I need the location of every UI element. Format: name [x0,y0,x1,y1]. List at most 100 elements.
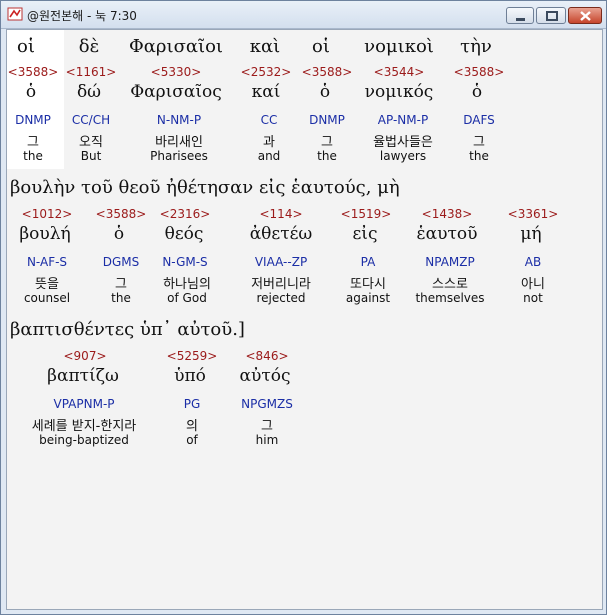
english-gloss: against [345,291,391,305]
lemma: βουλή [19,224,71,244]
korean-gloss: 그 [473,135,485,150]
strong-number[interactable]: <3588> [302,65,353,79]
lemma: αὐτός [239,366,291,386]
lemma: νομικός [364,82,434,102]
greek-text-line[interactable]: βουλὴν τοῦ θεοῦ ἠθέτησαν εἰς ἑαυτούς, μὴ [10,177,400,198]
korean-gloss: 그 [321,135,333,150]
korean-gloss: 스스로 [432,277,468,292]
korean-gloss: 하나님의 [163,277,211,292]
korean-gloss: 과 [263,135,275,150]
greek-word[interactable]: νομικοὶ [364,36,434,57]
strong-number[interactable]: <3361> [508,207,559,221]
korean-gloss: 세례를 받지-한지라 [31,419,137,434]
lemma: ὁ [113,224,125,244]
parsing-code[interactable]: CC [261,113,278,127]
strong-number[interactable]: <5330> [151,65,202,79]
strong-number[interactable]: <2316> [160,207,211,221]
english-gloss: of [186,433,198,447]
strong-number[interactable]: <114> [259,207,302,221]
lemma: ἑαυτοῦ [416,224,478,244]
parsing-code[interactable]: PA [361,255,376,269]
english-gloss: of God [167,291,207,305]
lemma: ἀθετέω [249,224,313,244]
parsing-code[interactable]: PG [184,397,201,411]
parsing-code[interactable]: N-AF-S [27,255,67,269]
maximize-button[interactable] [536,7,566,24]
strong-number[interactable]: <3588> [8,65,59,79]
parsing-code[interactable]: NPAMZP [425,255,474,269]
strong-number[interactable]: <1519> [341,207,392,221]
korean-gloss: 율법사들은 [373,135,433,150]
korean-gloss: 뜻을 [35,277,59,292]
english-gloss: the [469,149,489,163]
minimize-icon [516,18,525,21]
strong-number[interactable]: <3588> [454,65,505,79]
parsing-code[interactable]: DAFS [463,113,495,127]
app-window: @원전본해 - 눅 7:30 οἱ δὲ Φαρισαῖοι καὶ οἱ νο… [0,0,607,615]
english-gloss: him [255,433,279,447]
english-gloss: being-baptized [39,433,129,447]
bible-app-icon[interactable] [7,6,23,22]
lemma: ὁ [471,82,483,102]
minimize-button[interactable] [506,7,534,24]
greek-text-line[interactable]: βαπτισθέντες ὑπ᾽ αὐτοῦ.] [10,319,245,340]
english-gloss: rejected [256,291,306,305]
parsing-code[interactable]: N-GM-S [162,255,207,269]
strong-number[interactable]: <5259> [167,349,218,363]
lemma: βαπτίζω [47,366,119,386]
maximize-icon [546,11,558,21]
strong-number[interactable]: <846> [245,349,288,363]
parsing-code[interactable]: N-NM-P [157,113,201,127]
lemma: μή [520,224,542,244]
strong-number[interactable]: <1161> [66,65,117,79]
korean-gloss: 아니 [521,277,545,292]
close-icon [580,11,591,21]
lemma: ὁ [25,82,37,102]
strong-number[interactable]: <1012> [22,207,73,221]
english-gloss: and [257,149,281,163]
english-gloss: the [111,291,131,305]
greek-word[interactable]: δὲ [79,36,100,57]
lemma: θεός [164,224,204,244]
strong-number[interactable]: <2532> [241,65,292,79]
lemma: εἰς [352,224,378,244]
greek-word[interactable]: οἱ [312,36,330,57]
lemma: ὑπό [174,366,206,386]
parsing-code[interactable]: NPGMZS [241,397,293,411]
korean-gloss: 또다시 [350,277,386,292]
greek-word[interactable]: οἱ [17,36,35,57]
korean-gloss: 오직 [79,135,103,150]
lemma: ὁ [319,82,331,102]
lemma: καί [251,82,281,102]
english-gloss: lawyers [379,149,427,163]
strong-number[interactable]: <3544> [374,65,425,79]
english-gloss: counsel [23,291,71,305]
korean-gloss: 그 [261,419,273,434]
parsing-code[interactable]: DNMP [15,113,51,127]
window-title: @원전본해 - 눅 7:30 [27,9,137,23]
parsing-code[interactable]: AP-NM-P [378,113,428,127]
korean-gloss: 그 [115,277,127,292]
strong-number[interactable]: <907> [63,349,106,363]
parsing-code[interactable]: VPAPNM-P [53,397,114,411]
greek-word[interactable]: καὶ [250,36,280,57]
korean-gloss: 그 [27,135,39,150]
close-button[interactable] [568,7,602,24]
parsing-code[interactable]: CC/CH [72,113,110,127]
strong-number[interactable]: <3588> [96,207,147,221]
english-gloss: the [23,149,43,163]
parsing-code[interactable]: DNMP [309,113,345,127]
parsing-code[interactable]: AB [525,255,541,269]
korean-gloss: 바리새인 [155,135,203,150]
parsing-code[interactable]: VIAA--ZP [255,255,307,269]
interlinear-pane[interactable]: οἱ δὲ Φαρισαῖοι καὶ οἱ νομικοὶ τὴν <3588… [6,29,603,610]
strong-number[interactable]: <1438> [422,207,473,221]
lemma: Φαρισαῖος [130,82,222,102]
parsing-code[interactable]: DGMS [103,255,140,269]
english-gloss: not [523,291,543,305]
korean-gloss: 저버리니라 [251,277,311,292]
title-bar[interactable]: @원전본해 - 눅 7:30 [1,1,606,29]
english-gloss: the [317,149,337,163]
greek-word[interactable]: Φαρισαῖοι [129,36,223,57]
greek-word[interactable]: τὴν [460,36,492,57]
